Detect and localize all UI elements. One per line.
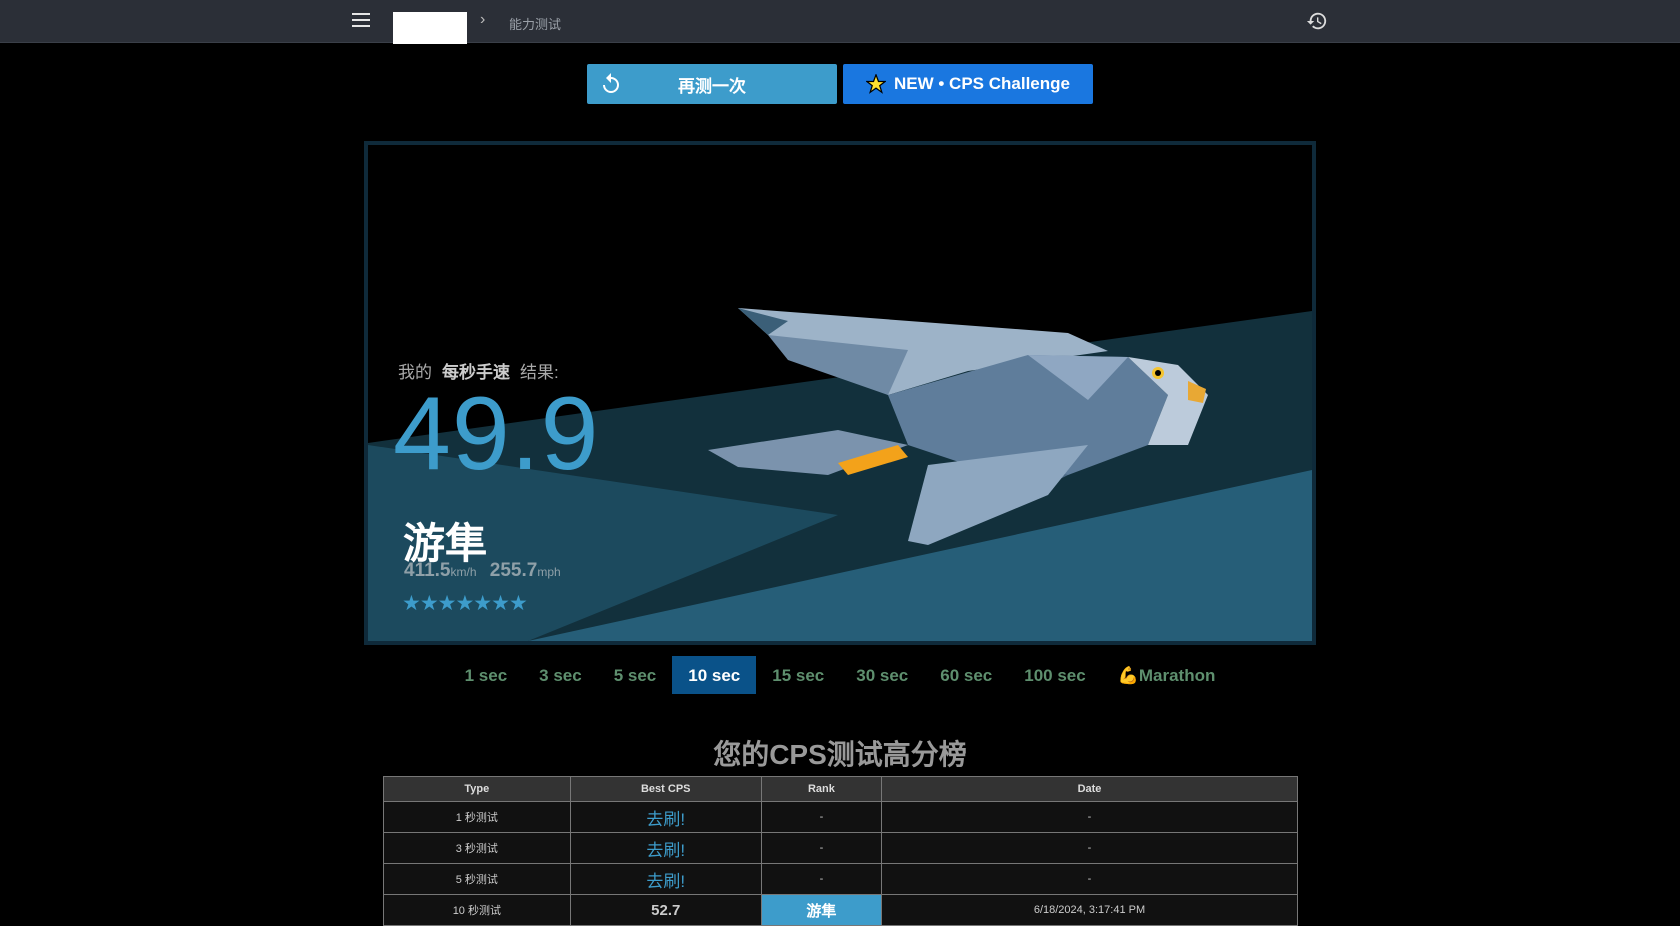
cell-type: 1 秒测试: [383, 801, 571, 833]
cell-rank: 游隼: [760, 894, 882, 926]
cell-rank: -: [760, 832, 882, 864]
table-row: 5 秒测试 去刷! - -: [383, 863, 1299, 895]
cell-date: 6/18/2024, 3:17:41 PM: [880, 894, 1299, 926]
retry-button[interactable]: 再测一次: [587, 64, 837, 104]
speed-mph: 255.7: [489, 560, 538, 581]
table-row: 10 秒测试 52.7 游隼 6/18/2024, 3:17:41 PM: [383, 894, 1299, 926]
leaderboard-header-row: Type Best CPS Rank Date: [383, 776, 1299, 802]
site-logo[interactable]: [393, 12, 467, 44]
tab-5[interactable]: 30 sec: [840, 656, 924, 694]
speed-readout: 411.5km/h 255.7mph: [404, 560, 569, 582]
result-panel: 我的 每秒手速 结果: 49.9 游隼 411.5km/h 255.7mph ★★★…: [364, 141, 1316, 645]
table-row: 3 秒测试 去刷! - -: [383, 832, 1299, 864]
speed-mph-unit: mph: [537, 565, 561, 579]
column-header: Date: [880, 776, 1299, 802]
chevron-right-icon: ›: [480, 11, 486, 28]
cell-best: 52.7: [569, 894, 762, 926]
cell-type: 3 秒测试: [383, 832, 571, 864]
tab-2[interactable]: 5 sec: [598, 656, 673, 694]
table-row: 1 秒测试 去刷! - -: [383, 801, 1299, 833]
cell-date: -: [880, 832, 1299, 864]
cell-type: 10 秒测试: [383, 894, 571, 926]
breadcrumb-current[interactable]: 能力测试: [509, 14, 561, 33]
leaderboard-table: Type Best CPS Rank Date 1 秒测试 去刷! - -3 秒测试 去刷! -…: [383, 776, 1299, 926]
cell-type: 5 秒测试: [383, 863, 571, 895]
duration-tabs: 1 sec 3 sec 5 sec 10 sec 15 sec 30 sec 60 sec 1…: [0, 656, 1680, 694]
speed-kmh-unit: km/h: [450, 565, 477, 579]
cps-challenge-label: NEW • CPS Challenge: [894, 74, 1070, 93]
cell-date: -: [880, 863, 1299, 895]
cps-score: 49.9: [393, 376, 600, 492]
cps-challenge-button[interactable]: NEW • CPS Challenge: [843, 64, 1093, 104]
tab-6[interactable]: 60 sec: [924, 656, 1008, 694]
cell-best[interactable]: 去刷!: [569, 801, 762, 833]
column-header: Type: [383, 776, 571, 802]
restart-icon: [603, 73, 619, 93]
tab-0[interactable]: 1 sec: [449, 656, 524, 694]
tab-7[interactable]: 100 sec: [1008, 656, 1101, 694]
history-icon[interactable]: [1306, 10, 1328, 32]
tab-3[interactable]: 10 sec: [672, 656, 757, 694]
tab-4[interactable]: 15 sec: [756, 656, 840, 694]
hamburger-menu-icon[interactable]: [352, 13, 370, 27]
star-icon: [866, 74, 886, 94]
cell-best[interactable]: 去刷!: [569, 832, 762, 864]
leaderboard-title: 您的CPS测试高分榜: [713, 739, 967, 770]
top-bar: › 能力测试: [0, 0, 1680, 44]
tab-8[interactable]: 💪Marathon: [1102, 656, 1232, 694]
cell-rank: -: [760, 863, 882, 895]
rating-stars: ★★★★★★★: [402, 592, 528, 615]
cell-rank: -: [760, 801, 882, 833]
column-header: Best CPS: [569, 776, 762, 802]
tab-1[interactable]: 3 sec: [523, 656, 598, 694]
column-header: Rank: [760, 776, 882, 802]
retry-button-label: 再测一次: [678, 76, 746, 96]
cell-date: -: [880, 801, 1299, 833]
cell-best[interactable]: 去刷!: [569, 863, 762, 895]
speed-kmh: 411.5: [404, 560, 451, 581]
